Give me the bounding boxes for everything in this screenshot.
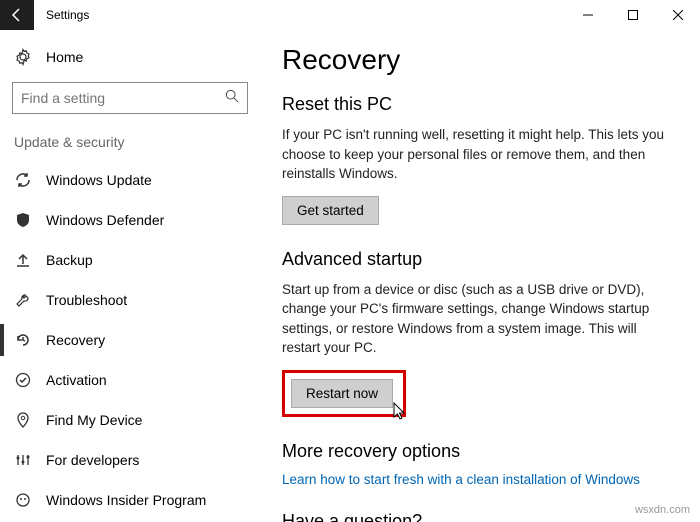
sidebar-item-troubleshoot[interactable]: Troubleshoot (12, 280, 256, 320)
search-input[interactable] (21, 90, 225, 106)
back-button[interactable] (0, 0, 34, 30)
question-title: Have a question? (282, 511, 678, 522)
insider-icon (14, 492, 32, 508)
sidebar-home[interactable]: Home (12, 44, 256, 76)
page-heading: Recovery (282, 44, 678, 76)
advanced-body: Start up from a device or disc (such as … (282, 280, 678, 358)
sidebar-item-label: Windows Insider Program (46, 492, 206, 508)
section-advanced-startup: Advanced startup Start up from a device … (282, 249, 678, 417)
sidebar-item-find-my-device[interactable]: Find My Device (12, 400, 256, 440)
close-icon (673, 10, 683, 20)
titlebar: Settings (0, 0, 700, 30)
sidebar-item-label: Windows Defender (46, 212, 164, 228)
search-icon (225, 89, 239, 108)
sync-icon (14, 172, 32, 188)
window-title: Settings (46, 8, 89, 22)
sidebar-item-label: Activation (46, 372, 107, 388)
sidebar-item-backup[interactable]: Backup (12, 240, 256, 280)
sidebar-item-for-developers[interactable]: For developers (12, 440, 256, 480)
window-controls (565, 0, 700, 30)
restart-now-button[interactable]: Restart now (291, 379, 393, 408)
sidebar-item-label: Windows Update (46, 172, 152, 188)
upload-icon (14, 252, 32, 268)
search-box[interactable] (12, 82, 248, 114)
sidebar-item-label: Backup (46, 252, 93, 268)
sidebar-item-windows-update[interactable]: Windows Update (12, 160, 256, 200)
more-title: More recovery options (282, 441, 678, 462)
main-content: Recovery Reset this PC If your PC isn't … (260, 30, 700, 522)
fresh-install-link[interactable]: Learn how to start fresh with a clean in… (282, 472, 678, 487)
gear-icon (14, 48, 32, 66)
sidebar-item-label: For developers (46, 452, 139, 468)
sidebar: Home Update & security Windows Update Wi… (0, 30, 260, 522)
minimize-button[interactable] (565, 0, 610, 30)
sidebar-item-windows-insider[interactable]: Windows Insider Program (12, 480, 256, 520)
section-question: Have a question? (282, 511, 678, 522)
advanced-title: Advanced startup (282, 249, 678, 270)
annotation-highlight: Restart now (282, 370, 406, 417)
history-icon (14, 332, 32, 348)
check-circle-icon (14, 372, 32, 388)
close-button[interactable] (655, 0, 700, 30)
shield-icon (14, 212, 32, 228)
maximize-icon (628, 10, 638, 20)
sliders-icon (14, 452, 32, 468)
maximize-button[interactable] (610, 0, 655, 30)
sidebar-item-windows-defender[interactable]: Windows Defender (12, 200, 256, 240)
reset-title: Reset this PC (282, 94, 678, 115)
sidebar-item-label: Troubleshoot (46, 292, 127, 308)
sidebar-item-label: Recovery (46, 332, 105, 348)
sidebar-item-activation[interactable]: Activation (12, 360, 256, 400)
wrench-icon (14, 292, 32, 308)
cursor-icon (393, 402, 409, 422)
sidebar-category: Update & security (12, 132, 256, 160)
get-started-button[interactable]: Get started (282, 196, 379, 225)
sidebar-item-label: Find My Device (46, 412, 142, 428)
arrow-left-icon (9, 7, 25, 23)
sidebar-home-label: Home (46, 49, 83, 65)
section-more-recovery: More recovery options Learn how to start… (282, 441, 678, 487)
watermark: wsxdn.com (635, 504, 690, 516)
minimize-icon (583, 10, 593, 20)
sidebar-item-recovery[interactable]: Recovery (12, 320, 256, 360)
section-reset-pc: Reset this PC If your PC isn't running w… (282, 94, 678, 225)
location-icon (14, 412, 32, 428)
reset-body: If your PC isn't running well, resetting… (282, 125, 678, 184)
